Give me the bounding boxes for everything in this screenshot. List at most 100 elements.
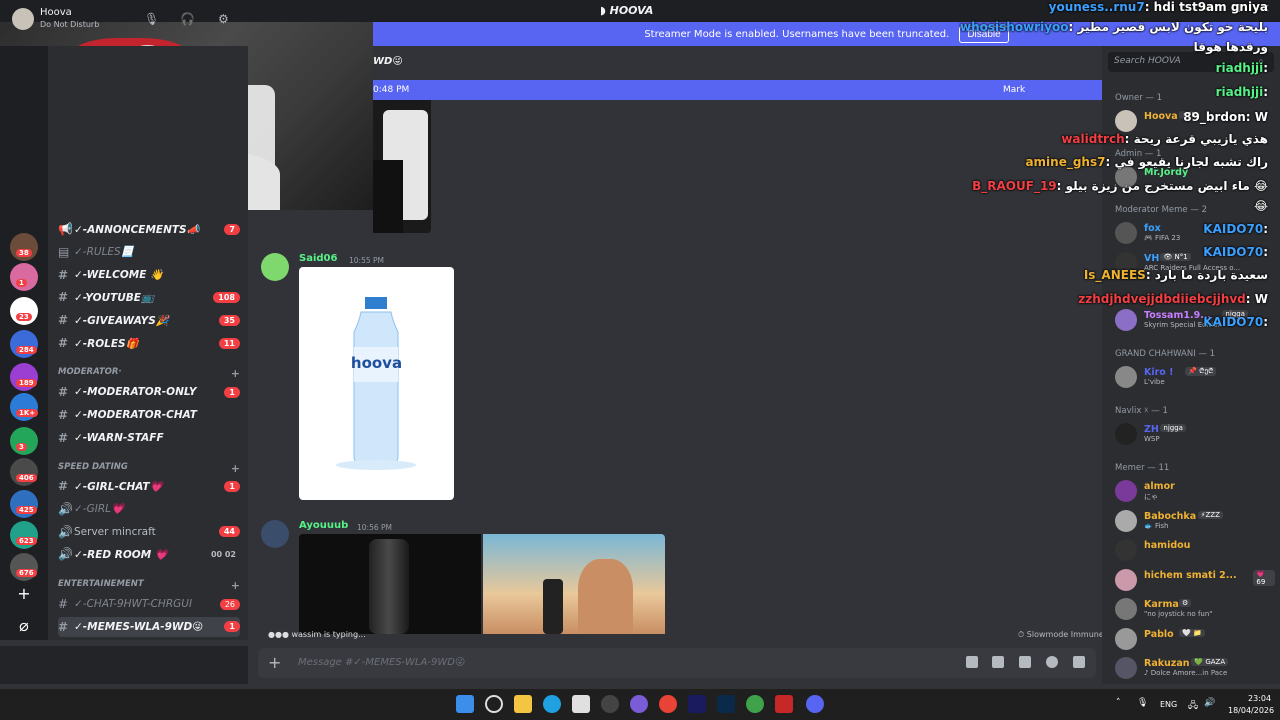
unread-count-badge: 26 xyxy=(219,598,240,610)
chat-overlay-line: KAIDO70: xyxy=(1203,222,1268,236)
create-channel-icon[interactable]: + xyxy=(231,367,240,380)
language-indicator[interactable]: ENG xyxy=(1160,700,1177,709)
chat-overlay-text: : هذي يازيبي قرعة ريحة xyxy=(1124,132,1268,146)
gift-icon[interactable] xyxy=(966,656,978,668)
add-server-icon[interactable]: + xyxy=(10,580,38,608)
attachment-image[interactable] xyxy=(373,100,431,233)
channel-item[interactable]: 🔊 Server mincraft 44 xyxy=(58,522,240,542)
utorrent-icon[interactable] xyxy=(746,695,764,713)
gif-icon[interactable] xyxy=(992,656,1004,668)
chat-overlay-text: : W xyxy=(1245,110,1268,124)
create-channel-icon[interactable]: + xyxy=(231,462,240,475)
member-item[interactable]: ZH njgga WSP xyxy=(1115,422,1275,446)
clock-date[interactable]: 18/04/2026 xyxy=(1228,706,1274,715)
tray-mic-icon[interactable]: 🎙 xyxy=(1137,698,1148,708)
channel-category[interactable]: ENTERTAINEMENT + xyxy=(58,579,240,592)
channel-item[interactable]: ▤ ✓-RULES📃 xyxy=(58,242,240,262)
channel-item[interactable]: # ✓-CHAT-9HWT-CHRGUI 26 xyxy=(58,594,240,614)
chat-overlay-user: KAIDO70 xyxy=(1203,315,1264,329)
member-item[interactable]: almor にゃ xyxy=(1115,479,1275,503)
chrome-icon[interactable] xyxy=(659,695,677,713)
discord-icon[interactable] xyxy=(806,695,824,713)
channel-type-icon: 🔊 xyxy=(58,501,73,516)
channel-item[interactable]: 🔊 ✓-GIRL💗 xyxy=(58,499,240,519)
channel-name: ✓-ANNONCEMENTS📣 xyxy=(74,223,200,236)
member-item[interactable]: hamidou xyxy=(1115,538,1275,562)
store-icon[interactable] xyxy=(572,695,590,713)
server-unread-badge: 1K+ xyxy=(16,409,39,417)
member-item[interactable]: Pablo 🤍 📁 xyxy=(1115,627,1275,651)
apps-icon[interactable] xyxy=(1073,656,1085,668)
bottle-image[interactable]: hoova xyxy=(299,267,454,500)
member-item[interactable]: Babochka ⚡ZZZ 🐟 Fish xyxy=(1115,509,1275,533)
channel-item[interactable]: # ✓-ROLES🎁 11 xyxy=(58,333,240,353)
chat-overlay-line: riadhjji: xyxy=(1216,61,1268,75)
message-avatar[interactable] xyxy=(261,520,289,548)
headphones-icon[interactable]: 🎧 xyxy=(180,12,195,26)
chat-app-icon[interactable] xyxy=(630,695,648,713)
banner-text: Streamer Mode is enabled. Usernames have… xyxy=(644,28,950,40)
flask-image-1[interactable] xyxy=(299,534,481,634)
channel-item[interactable]: # ✓-MODERATOR-CHAT xyxy=(58,405,240,425)
channel-item[interactable]: # ✓-WARN-STAFF xyxy=(58,428,240,448)
premiere-icon[interactable] xyxy=(688,695,706,713)
start-button-icon[interactable] xyxy=(456,695,474,713)
tray-chevron-icon[interactable]: ˄ xyxy=(1116,698,1121,708)
emoji-icon[interactable] xyxy=(1046,656,1058,668)
chat-overlay-text: ورقدها هوقا xyxy=(1193,40,1268,54)
channel-item[interactable]: # ✓-YOUTUBE📺 108 xyxy=(58,287,240,307)
clock-time[interactable]: 23:04 xyxy=(1248,694,1271,703)
member-tag: 📌 ₾ე₾ xyxy=(1185,367,1217,376)
channel-type-icon: 🔊 xyxy=(58,547,73,562)
network-icon[interactable]: 🖧 xyxy=(1188,698,1198,714)
member-item[interactable]: hichem smati 2... 💗 69 xyxy=(1115,568,1275,592)
add-attachment-icon[interactable]: + xyxy=(268,653,281,672)
channel-item[interactable]: 📢 ✓-ANNONCEMENTS📣 7 xyxy=(58,219,240,239)
member-item[interactable]: Rakuzan 💚 GAZA ♪ Dolce Amore...in Pace xyxy=(1115,656,1275,680)
channel-item[interactable]: # ✓-MODERATOR-ONLY 1 xyxy=(58,382,240,402)
message-input[interactable]: Message #✓-MEMES-WLA-9WD😜 xyxy=(298,657,465,668)
new-messages-bar[interactable]: 0:48 PM Mark xyxy=(373,80,1102,100)
channel-item[interactable]: # ✓-MEMES-WLA-9WD😜 1 xyxy=(58,616,240,637)
member-avatar xyxy=(1115,568,1137,591)
bottle-label: hoova xyxy=(350,354,403,372)
member-avatar xyxy=(1115,539,1137,561)
chat-overlay-text: : xyxy=(1263,85,1268,99)
channel-item[interactable]: 🔊 ✓-RED ROOM 💗 00 02 xyxy=(58,544,240,564)
channel-category[interactable]: MODERATOR· + xyxy=(58,367,240,380)
member-item[interactable]: Kiro ! 📌 ₾ე₾ L'vibe xyxy=(1115,365,1275,389)
create-channel-icon[interactable]: + xyxy=(231,579,240,592)
channel-name: ✓-GIVEAWAYS🎉 xyxy=(74,314,169,327)
discover-icon[interactable]: ⌀ xyxy=(10,612,38,640)
channel-type-icon: # xyxy=(58,290,69,305)
flask-image-2[interactable] xyxy=(483,534,665,634)
media-player-icon[interactable] xyxy=(775,695,793,713)
edge-icon[interactable] xyxy=(543,695,561,713)
message-username[interactable]: Ayouuub xyxy=(299,520,348,531)
category-label: MODERATOR· xyxy=(58,367,122,377)
chat-overlay-user: riadhjji xyxy=(1215,61,1264,75)
sticker-icon[interactable] xyxy=(1019,656,1031,668)
channel-item[interactable]: # ✓-GIVEAWAYS🎉 35 xyxy=(58,310,240,330)
user-avatar[interactable] xyxy=(12,8,34,30)
channel-name: ✓-WELCOME 👋 xyxy=(74,269,164,282)
channel-name: Server mincraft xyxy=(74,525,156,538)
search-taskbar-icon[interactable] xyxy=(485,695,503,713)
channel-type-icon: # xyxy=(58,313,69,328)
file-explorer-icon[interactable] xyxy=(514,695,532,713)
obs-icon[interactable] xyxy=(601,695,619,713)
member-status: WSP xyxy=(1144,435,1160,443)
message-username[interactable]: Said06 xyxy=(299,253,337,264)
channel-name: ✓-YOUTUBE📺 xyxy=(74,291,155,304)
settings-gear-icon[interactable]: ⚙ xyxy=(218,12,229,26)
chat-overlay-line: B_RAOUF_19: ماء ابيض مستخرج من زيزة بيلو… xyxy=(972,179,1268,193)
member-item[interactable]: Karma ⚙ "no joystick no fun" xyxy=(1115,597,1275,621)
photoshop-icon[interactable] xyxy=(717,695,735,713)
volume-icon[interactable]: 🔊 xyxy=(1204,698,1215,708)
chat-overlay-user: whosishowriyoo xyxy=(960,20,1069,34)
message-avatar[interactable] xyxy=(261,253,289,281)
microphone-icon[interactable]: 🎙 xyxy=(144,12,159,26)
channel-item[interactable]: # ✓-GIRL-CHAT💗 1 xyxy=(58,476,240,496)
channel-category[interactable]: SPEED DATING + xyxy=(58,462,240,475)
channel-item[interactable]: # ✓-WELCOME 👋 xyxy=(58,265,240,285)
